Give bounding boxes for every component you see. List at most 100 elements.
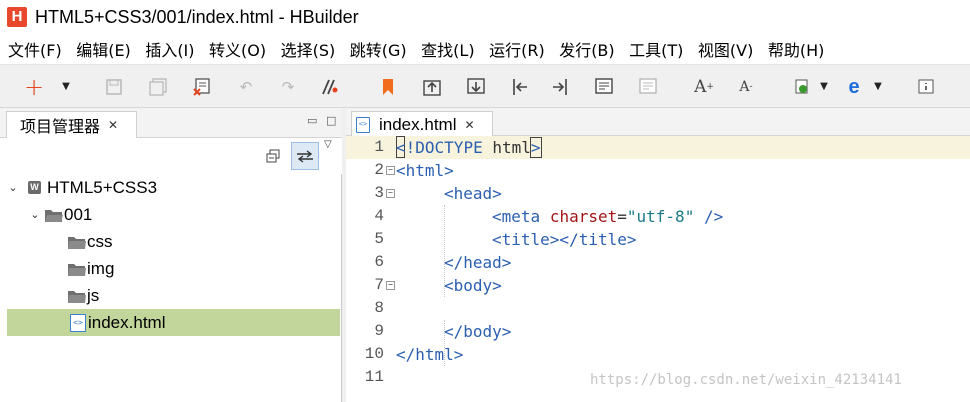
code-editor: <> index.html ✕ 1 <!DOCTYPE html> 2 − <h… — [346, 108, 970, 402]
run-dropdown-caret-icon[interactable]: ▼ — [818, 79, 830, 95]
redo-icon[interactable]: ↷ — [278, 77, 298, 97]
code-line: 9 </body> — [346, 320, 970, 343]
project-manager-panel: 项目管理器 ✕ ▭ □ ▽ ⌄ W HTML5+CSS3 ⌄ 001 css i… — [0, 108, 342, 402]
line-number: 11 — [364, 368, 384, 386]
line-number: 1 — [374, 138, 384, 156]
folder-icon — [67, 234, 87, 250]
menu-view[interactable]: 视图(V) — [698, 37, 753, 61]
save-all-icon[interactable] — [148, 77, 168, 97]
menu-select[interactable]: 选择(S) — [281, 37, 336, 61]
code-line: 3 − <head> — [346, 182, 970, 205]
folder-icon — [67, 288, 87, 304]
project-panel-tabbar: 项目管理器 ✕ ▭ □ — [0, 108, 342, 138]
tree-item-folder-001[interactable]: ⌄ 001 — [7, 201, 340, 228]
code-line: 2 − <html> — [346, 159, 970, 182]
code-line: 6 </head> — [346, 251, 970, 274]
tab-index-html[interactable]: <> index.html ✕ — [351, 111, 493, 137]
tab-project-manager[interactable]: 项目管理器 ✕ — [6, 111, 137, 138]
editor-tabbar: <> index.html ✕ — [346, 108, 970, 137]
code-line: 10 </html> — [346, 343, 970, 366]
watermark: https://blog.csdn.net/weixin_42134141 — [590, 372, 902, 388]
tree-item-folder-img[interactable]: img — [7, 255, 340, 282]
menu-edit[interactable]: 编辑(E) — [76, 37, 131, 61]
indent-right-icon[interactable] — [550, 77, 570, 97]
chevron-down-icon[interactable]: ⌄ — [7, 181, 19, 194]
font-increase-icon[interactable]: A + — [694, 77, 714, 97]
menu-help[interactable]: 帮助(H) — [768, 37, 825, 61]
collapse-all-icon[interactable] — [259, 142, 287, 170]
font-decrease-icon[interactable]: A- — [736, 77, 756, 97]
menu-tools[interactable]: 工具(T) — [629, 37, 683, 61]
link-editor-icon[interactable] — [291, 142, 319, 170]
code-text: <!DOCTYPE html> — [396, 136, 542, 159]
line-number: 9 — [374, 322, 384, 340]
format-icon[interactable] — [594, 77, 614, 97]
close-icon[interactable]: ✕ — [108, 118, 118, 132]
code-text: <html> — [396, 161, 454, 180]
code-token: charset — [549, 207, 618, 226]
menu-insert[interactable]: 插入(I) — [145, 37, 194, 61]
tree-item-project[interactable]: ⌄ W HTML5+CSS3 — [7, 174, 340, 201]
minimize-icon[interactable]: ▭ — [307, 114, 317, 127]
browser-dropdown-caret-icon[interactable]: ▼ — [872, 79, 884, 95]
code-area[interactable]: 1 <!DOCTYPE html> 2 − <html> 3 − <head> … — [346, 136, 970, 402]
code-token: !DOCTYPE — [405, 138, 483, 157]
undo-icon[interactable]: ↶ — [236, 77, 256, 97]
line-number: 6 — [374, 253, 384, 271]
tree-item-label: index.html — [88, 312, 166, 332]
code-token: <meta — [492, 207, 541, 226]
main-toolbar: + ▼ ↶ ↷ A + A- ▼ e ▼ — [0, 64, 970, 108]
bookmark-icon[interactable] — [378, 77, 398, 97]
code-line: 1 <!DOCTYPE html> — [346, 136, 970, 159]
tree-item-label: img — [87, 258, 115, 278]
editor-tab-label: index.html — [379, 114, 457, 134]
edge-browser-icon[interactable]: e — [844, 77, 864, 97]
tree-item-label: css — [87, 231, 113, 251]
tree-item-folder-css[interactable]: css — [7, 228, 340, 255]
toggle-comment-icon[interactable] — [320, 77, 340, 97]
menu-escape[interactable]: 转义(O) — [209, 37, 266, 61]
new-plus-icon[interactable]: + — [24, 75, 44, 99]
code-text: <meta charset="utf-8" /> — [492, 205, 723, 228]
maximize-icon[interactable]: □ — [326, 114, 336, 127]
line-number: 5 — [374, 230, 384, 248]
new-dropdown-caret-icon[interactable]: ▼ — [60, 79, 72, 95]
menu-file[interactable]: 文件(F) — [8, 37, 62, 61]
code-text: </html> — [396, 345, 464, 364]
menu-find[interactable]: 查找(L) — [421, 37, 474, 61]
code-token: = — [617, 207, 627, 226]
indent-left-icon[interactable] — [510, 77, 530, 97]
tree-item-file-index[interactable]: <> index.html — [7, 309, 340, 336]
about-icon[interactable] — [916, 77, 936, 97]
title-bar: H HTML5+CSS3/001/index.html - HBuilder — [0, 0, 970, 34]
menu-run[interactable]: 运行(R) — [489, 37, 545, 61]
project-icon: W — [28, 181, 41, 194]
format-disabled-icon[interactable] — [638, 77, 658, 97]
code-token: html — [482, 138, 531, 157]
line-number: 10 — [364, 345, 384, 363]
close-file-icon[interactable] — [192, 77, 212, 97]
code-line: 8 — [346, 297, 970, 320]
line-number: 2 — [374, 161, 384, 179]
chevron-down-icon[interactable]: ⌄ — [29, 208, 41, 221]
menu-publish[interactable]: 发行(B) — [559, 37, 614, 61]
run-browser-icon[interactable] — [792, 77, 812, 97]
code-text: </body> — [444, 322, 512, 341]
fold-icon[interactable]: − — [386, 281, 395, 290]
jump-prev-icon[interactable] — [422, 77, 442, 97]
menu-goto[interactable]: 跳转(G) — [350, 37, 407, 61]
fold-icon[interactable]: − — [386, 189, 395, 198]
view-menu-icon[interactable]: ▽ — [324, 139, 332, 150]
code-line: 7 − <body> — [346, 274, 970, 297]
fold-icon[interactable]: − — [386, 166, 395, 175]
jump-next-icon[interactable] — [466, 77, 486, 97]
tree-item-folder-js[interactable]: js — [7, 282, 340, 309]
save-icon[interactable] — [104, 77, 124, 97]
line-number: 7 — [374, 276, 384, 294]
close-icon[interactable]: ✕ — [464, 118, 474, 132]
code-text: <head> — [444, 184, 502, 203]
code-token: > — [529, 137, 542, 158]
tab-project-manager-label: 项目管理器 — [20, 117, 101, 136]
code-line: 5 <title></title> — [346, 228, 970, 251]
tree-item-label: 001 — [64, 204, 93, 224]
